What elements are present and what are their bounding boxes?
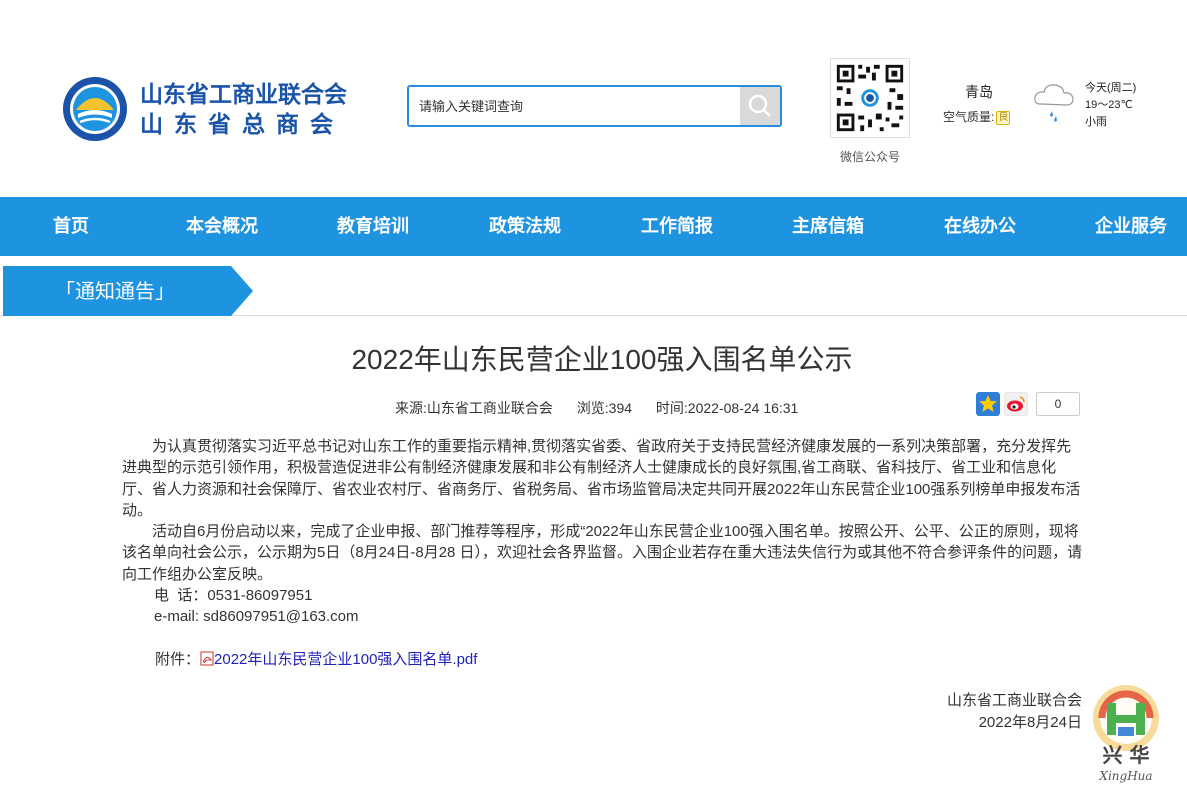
attachment-label: 附件： xyxy=(155,651,201,668)
qr-label: 微信公众号 xyxy=(839,150,900,164)
attachment-filename: 2022年山东民营企业100强入围名单.pdf xyxy=(214,651,478,668)
main-nav: 首页 本会概况 教育培训 政策法规 工作简报 主席信箱 在线办公 企业服务 xyxy=(0,197,1187,256)
org-name-primary: 山东省工商业联合会 xyxy=(140,82,347,108)
nav-item-mailbox[interactable]: 主席信箱 xyxy=(778,197,878,256)
contact-email: e-mail: sd86097951@163.com xyxy=(154,608,359,626)
article-meta: 来源:山东省工商业联合会 浏览:394 时间:2022-08-24 16:31 xyxy=(395,398,818,418)
org-logo[interactable] xyxy=(62,76,128,142)
article-views: 浏览:394 xyxy=(576,400,633,416)
weather-condition: 小雨 xyxy=(1085,116,1107,128)
signature-date: 2022年8月24日 xyxy=(978,714,1082,731)
article-title: 2022年山东民营企业100强入围名单公示 xyxy=(351,344,853,375)
pdf-icon xyxy=(200,651,214,666)
nav-item-services[interactable]: 企业服务 xyxy=(1081,197,1181,256)
signature-org: 山东省工商业联合会 xyxy=(946,692,1082,709)
article-paragraph-1: 为认真贯彻落实习近平总书记对山东工作的重要指示精神,贯彻落实省委、省政府关于支持… xyxy=(122,438,1081,519)
search-button[interactable] xyxy=(740,87,780,125)
xinghua-watermark-logo: 兴 华 XingHua xyxy=(1093,685,1159,783)
attachment: 附件： 2022年山东民营企业100强入围名单.pdf xyxy=(155,648,477,669)
contact-phone: 电 话：0531-86097951 xyxy=(154,587,313,605)
page: 山东省工商业联合会 山东省总商会 微 xyxy=(0,0,1187,786)
nav-item-office[interactable]: 在线办公 xyxy=(930,197,1030,256)
search-icon xyxy=(748,94,771,117)
nav-item-training[interactable]: 教育培训 xyxy=(323,197,423,256)
air-quality-label: 空气质量: xyxy=(943,110,995,124)
brand: 山东省工商业联合会 山东省总商会 xyxy=(140,80,347,140)
weather-city: 青岛 xyxy=(965,84,993,100)
search-input[interactable] xyxy=(409,87,739,125)
rain-cloud-icon xyxy=(1034,84,1074,122)
article-time: 时间:2022-08-24 16:31 xyxy=(655,400,799,416)
weather-temp: 19～23℃ xyxy=(1085,99,1133,111)
header: 山东省工商业联合会 山东省总商会 微 xyxy=(0,0,1187,196)
article-source: 来源:山东省工商业联合会 xyxy=(395,400,553,416)
nav-item-briefing[interactable]: 工作简报 xyxy=(627,197,727,256)
weather-forecast: 今天(周二) 19～23℃ 小雨 xyxy=(1085,80,1136,131)
nav-item-policy[interactable]: 政策法规 xyxy=(475,197,575,256)
article-paragraph-2: 活动自6月份启动以来，完成了企业申报、部门推荐等程序，形成“2022年山东民营企… xyxy=(122,523,1083,583)
watermark-text-en: XingHua xyxy=(1098,769,1152,783)
share-count: 0 xyxy=(1036,392,1080,416)
section-banner: 「通知通告」 xyxy=(3,266,253,316)
section-label: 「通知通告」 xyxy=(55,279,175,303)
air-quality-badge: 良 xyxy=(996,110,1011,125)
search-box xyxy=(407,85,782,127)
nav-item-home[interactable]: 首页 xyxy=(30,197,112,256)
weibo-share-icon[interactable] xyxy=(1004,392,1028,416)
signature: 山东省工商业联合会 2022年8月24日 xyxy=(880,690,1082,734)
nav-item-about[interactable]: 本会概况 xyxy=(172,197,272,256)
qzone-share-icon[interactable] xyxy=(976,392,1000,416)
article-body: 为认真贯彻落实习近平总书记对山东工作的重要指示精神,贯彻落实省委、省政府关于支持… xyxy=(122,436,1084,628)
watermark-text-cn: 兴 华 xyxy=(1103,743,1150,767)
qr-code xyxy=(830,58,910,138)
share-bar: 0 xyxy=(976,392,1080,416)
attachment-link[interactable]: 2022年山东民营企业100强入围名单.pdf xyxy=(200,651,477,668)
weather-day: 今天(周二) xyxy=(1085,82,1137,94)
air-quality: 空气质量: 良 xyxy=(943,108,1011,125)
org-name-secondary: 山东省总商会 xyxy=(140,112,344,138)
